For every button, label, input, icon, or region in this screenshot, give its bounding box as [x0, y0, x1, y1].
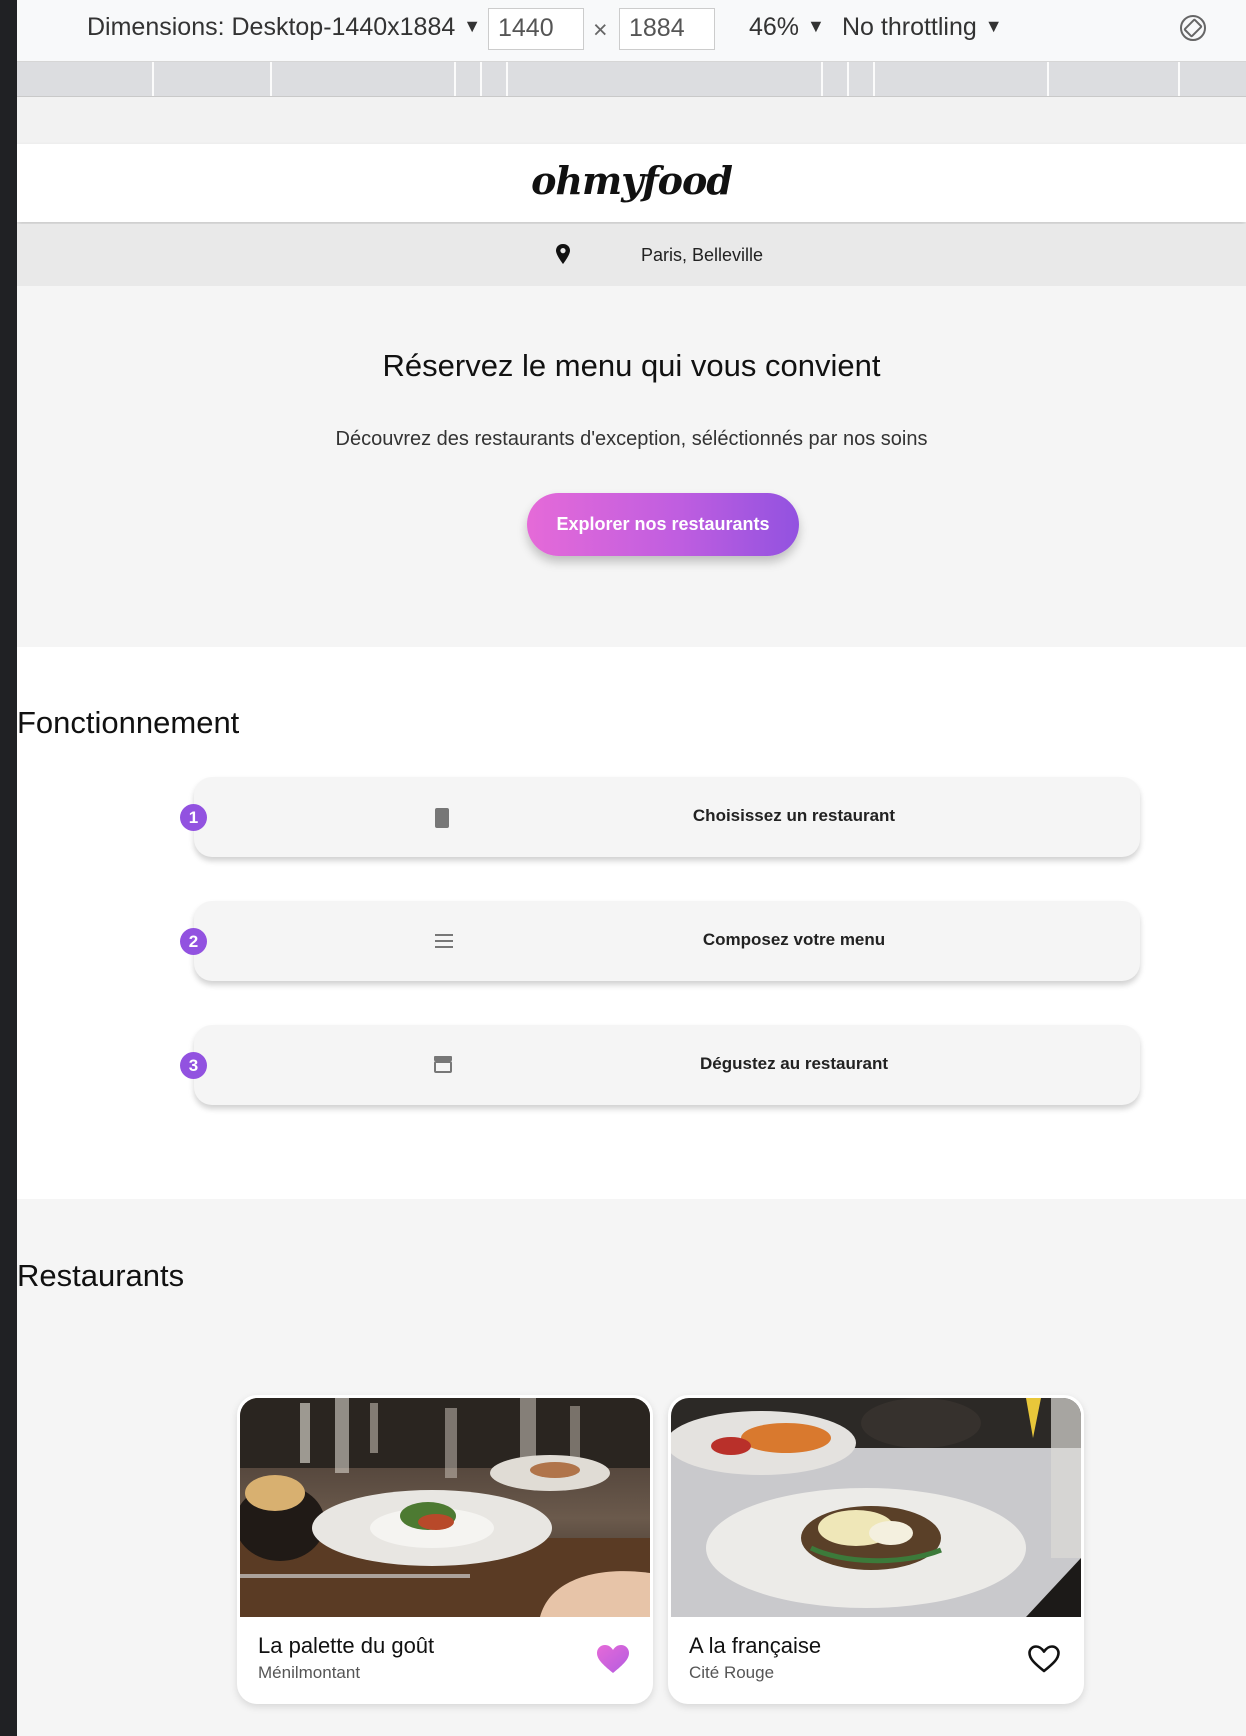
restaurant-photo: [671, 1398, 1081, 1617]
zoom-label: 46%: [749, 13, 800, 41]
step-number-badge: 2: [180, 928, 207, 955]
throttling-dropdown[interactable]: No throttling ▼: [842, 13, 1003, 42]
list-icon: [435, 934, 453, 948]
chevron-down-icon: ▼: [984, 16, 1003, 36]
how-it-works-section: Fonctionnement 1 Choisissez un restauran…: [17, 647, 1246, 1199]
hero-section: Réservez le menu qui vous convient Décou…: [17, 286, 1246, 647]
store-icon: [434, 1056, 452, 1073]
ruler-tick: [821, 62, 823, 96]
section-title: Restaurants: [17, 1258, 185, 1293]
ruler-tick: [1178, 62, 1180, 96]
rotate-device-icon[interactable]: [1177, 12, 1209, 44]
times-sign: ×: [593, 16, 608, 44]
dimensions-label: Dimensions: Desktop-1440x1884: [87, 13, 456, 41]
ruler-tick: [873, 62, 875, 96]
step-card-3: 3 Dégustez au restaurant: [180, 1025, 1140, 1105]
location-text: Paris, Belleville: [641, 245, 764, 265]
restaurant-area: Ménilmontant: [258, 1663, 361, 1682]
step-card-2: 2 Composez votre menu: [180, 901, 1140, 981]
restaurant-photo: [240, 1398, 650, 1617]
site-logo[interactable]: ohmyfood: [17, 158, 1246, 203]
step-label: Composez votre menu: [702, 930, 886, 949]
hero-subtitle: Découvrez des restaurants d'exception, s…: [335, 428, 928, 450]
step-number-badge: 3: [180, 1052, 207, 1079]
viewport-width-input[interactable]: 1440: [488, 8, 584, 50]
ruler-tick: [152, 62, 154, 96]
chevron-down-icon: ▼: [463, 16, 482, 36]
section-title: Fonctionnement: [17, 705, 240, 740]
restaurant-name: La palette du goût: [258, 1633, 435, 1658]
ruler-tick: [1047, 62, 1049, 96]
ruler-tick: [847, 62, 849, 96]
emulated-viewport: ohmyfood Paris, Belleville Réservez le m…: [17, 97, 1246, 1736]
dimensions-dropdown[interactable]: Dimensions: Desktop-1440x1884 ▼: [87, 13, 481, 42]
favorite-heart-icon[interactable]: [596, 1644, 630, 1674]
ruler-tick: [454, 62, 456, 96]
site-header: ohmyfood: [17, 144, 1246, 222]
restaurant-card[interactable]: A la française Cité Rouge: [668, 1395, 1084, 1704]
chevron-down-icon: ▼: [807, 16, 825, 36]
restaurant-area: Cité Rouge: [689, 1663, 775, 1682]
ruler-tick: [480, 62, 482, 96]
restaurant-name: A la française: [689, 1633, 822, 1658]
step-label: Choisissez un restaurant: [692, 806, 896, 825]
location-bar: Paris, Belleville: [17, 224, 1246, 286]
restaurant-card[interactable]: La palette du goût Ménilmontant: [237, 1395, 653, 1704]
devtools-device-toolbar: Dimensions: Desktop-1440x1884 ▼ 1440 × 18…: [17, 0, 1246, 62]
favorite-heart-icon[interactable]: [1027, 1644, 1061, 1674]
throttling-label: No throttling: [842, 13, 977, 41]
step-card-1: 1 Choisissez un restaurant: [180, 777, 1140, 857]
step-label: Dégustez au restaurant: [700, 1054, 888, 1073]
ruler-tick: [506, 62, 508, 96]
viewport-height-input[interactable]: 1884: [619, 8, 715, 50]
mobile-phone-icon: [435, 808, 449, 828]
media-query-ruler: [17, 62, 1246, 97]
ruler-tick: [270, 62, 272, 96]
step-number-badge: 1: [180, 804, 207, 831]
viewport-top-strip: [17, 97, 1246, 145]
zoom-dropdown[interactable]: 46% ▼: [749, 13, 825, 42]
restaurants-section: Restaurants La palette du goût Ménilmont…: [17, 1199, 1246, 1736]
hero-title: Réservez le menu qui vous convient: [382, 348, 881, 383]
map-pin-icon: [556, 244, 570, 264]
explore-restaurants-button[interactable]: Explorer nos restaurants: [527, 493, 799, 556]
